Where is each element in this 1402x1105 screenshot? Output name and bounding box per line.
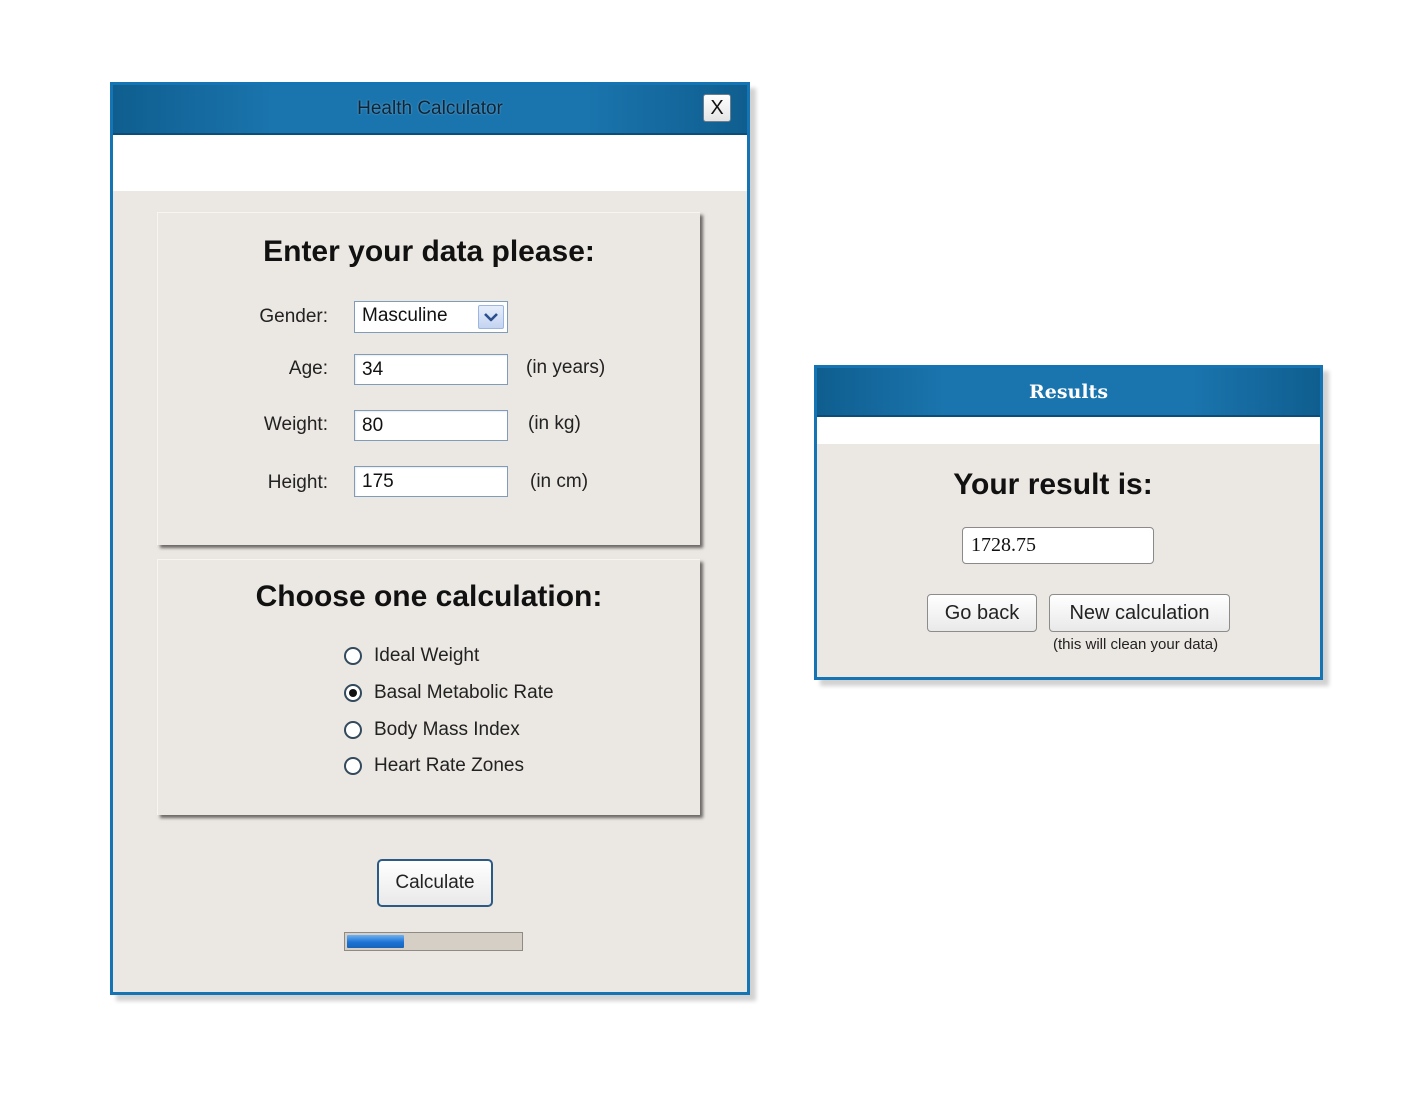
data-panel-heading: Enter your data please: — [263, 235, 595, 268]
gender-label: Gender: — [259, 306, 328, 327]
weight-label: Weight: — [263, 414, 328, 435]
results-window: Results Your result is: Go back New calc… — [814, 365, 1323, 680]
option-heart-rate-zones[interactable]: Heart Rate Zones — [344, 754, 524, 778]
go-back-button[interactable]: Go back — [927, 594, 1037, 632]
chevron-down-icon[interactable] — [478, 305, 504, 329]
data-entry-panel: Enter your data please: Gender: Masculin… — [157, 212, 700, 545]
age-label: Age: — [288, 358, 328, 379]
health-calculator-window: Health Calculator X Enter your data plea… — [110, 82, 750, 995]
calc-panel-heading: Choose one calculation: — [255, 580, 603, 613]
result-field[interactable] — [962, 527, 1154, 564]
option-ideal-weight[interactable]: Ideal Weight — [344, 644, 479, 668]
progress-bar — [344, 932, 523, 951]
clean-data-note: (this will clean your data) — [1053, 636, 1219, 653]
radio-button[interactable] — [344, 757, 362, 775]
results-toolbar-strip — [817, 417, 1320, 444]
option-basal-metabolic-rate[interactable]: Basal Metabolic Rate — [344, 681, 554, 705]
option-label: Body Mass Index — [374, 719, 520, 740]
results-titlebar: Results — [817, 368, 1320, 417]
radio-button[interactable] — [344, 721, 362, 739]
results-heading: Your result is: — [953, 468, 1153, 501]
main-titlebar: Health Calculator X — [113, 85, 747, 135]
calculation-panel: Choose one calculation: Ideal Weight Bas… — [157, 559, 700, 815]
weight-input[interactable] — [354, 410, 508, 441]
age-input[interactable] — [354, 354, 508, 385]
results-title: Results — [1028, 380, 1109, 403]
age-unit: (in years) — [526, 357, 606, 378]
close-button[interactable]: X — [703, 94, 731, 122]
gender-select[interactable]: Masculine — [354, 301, 508, 333]
height-label: Height: — [267, 472, 328, 493]
progress-fill — [347, 935, 404, 948]
weight-unit: (in kg) — [528, 413, 581, 434]
toolbar-strip — [113, 135, 747, 191]
option-body-mass-index[interactable]: Body Mass Index — [344, 718, 520, 742]
height-unit: (in cm) — [530, 471, 589, 492]
radio-button-selected[interactable] — [344, 684, 362, 702]
option-label: Heart Rate Zones — [374, 755, 524, 776]
option-label: Ideal Weight — [374, 645, 480, 666]
radio-button[interactable] — [344, 647, 362, 665]
window-title: Health Calculator — [357, 98, 503, 119]
new-calculation-button[interactable]: New calculation — [1049, 594, 1230, 632]
height-input[interactable] — [354, 466, 508, 497]
calculate-button[interactable]: Calculate — [377, 859, 493, 907]
option-label: Basal Metabolic Rate — [374, 682, 554, 703]
gender-select-value: Masculine — [362, 305, 448, 326]
